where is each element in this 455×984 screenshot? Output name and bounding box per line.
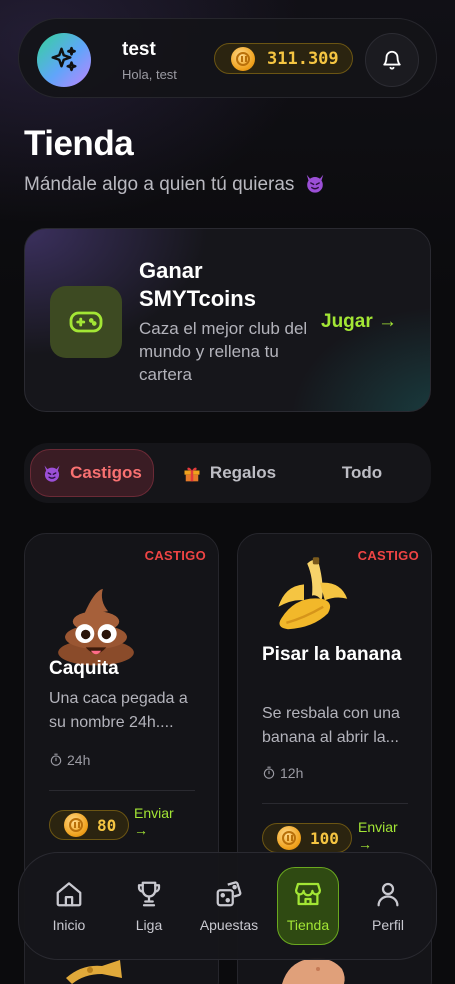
home-icon [56, 882, 82, 907]
nav-apuestas[interactable]: Apuestas [196, 867, 262, 945]
product-duration: 12h [262, 765, 303, 781]
price-pill: 80 [49, 810, 130, 840]
avatar[interactable] [37, 33, 91, 87]
greeting-text: Hola, test [122, 67, 177, 82]
earn-coins-card[interactable]: Ganar SMYTcoins Caza el mejor club del m… [24, 228, 431, 412]
coin-icon [64, 813, 88, 837]
play-button[interactable]: Jugar → [321, 311, 397, 333]
tab-castigos[interactable]: Castigos [30, 449, 154, 497]
timer-icon [50, 753, 62, 766]
card-divider [262, 803, 408, 804]
nav-label: Apuestas [199, 917, 259, 933]
nav-label: Inicio [52, 917, 86, 933]
duration-text: 24h [67, 752, 91, 768]
price-value: 80 [97, 815, 117, 835]
user-name: test [122, 39, 156, 60]
promo-title: Ganar SMYTcoins [139, 258, 256, 311]
product-name: Pisar la banana [262, 644, 402, 665]
top-header: test Hola, test 311.309 [18, 18, 437, 98]
tab-label: Todo [341, 463, 383, 482]
card-divider [49, 790, 195, 791]
gamepad-icon [69, 311, 103, 333]
nav-tienda[interactable]: Tienda [277, 867, 339, 945]
app-screen: test Hola, test 311.309 Tienda Mándale a… [0, 0, 455, 984]
page-title: Tienda [24, 124, 134, 163]
page-subtitle-text: Mándale algo a quien tú quieras [24, 174, 295, 195]
card-tag: CASTIGO [357, 548, 419, 563]
devil-icon [306, 174, 323, 193]
trophy-icon [137, 881, 161, 907]
product-description: Una caca pegada a su nombre 24h.... [49, 690, 188, 731]
tab-regalos[interactable]: Regalos [164, 449, 294, 497]
nav-inicio[interactable]: Inicio [36, 867, 102, 945]
nav-label: Perfil [372, 917, 404, 933]
card-tag: CASTIGO [144, 548, 206, 563]
promo-icon-box [50, 286, 122, 358]
tab-label: Castigos [70, 463, 142, 482]
nav-liga[interactable]: Liga [116, 867, 182, 945]
price-value: 100 [310, 828, 339, 848]
gift-icon [184, 467, 200, 482]
trumpet-icon [66, 960, 122, 984]
duration-text: 12h [280, 765, 304, 781]
nav-label: Tienda [286, 917, 330, 933]
notifications-button[interactable] [365, 33, 419, 87]
product-duration: 24h [49, 752, 90, 768]
send-button[interactable]: Enviar → [134, 805, 184, 839]
page-subtitle: Mándale algo a quien tú quieras [24, 172, 326, 196]
store-icon [295, 882, 321, 906]
coin-icon [231, 46, 255, 71]
dice-icon [216, 881, 242, 907]
product-name: Caquita [49, 658, 119, 679]
sparkles-icon [51, 46, 77, 72]
coin-balance: 311.309 [267, 48, 339, 69]
promo-description: Caza el mejor club del mundo y rellena t… [139, 319, 308, 384]
user-icon [377, 882, 399, 907]
bell-icon [383, 50, 401, 70]
category-tabs: Castigos Regalos Todo [24, 443, 431, 503]
tab-label: Regalos [209, 463, 277, 482]
product-description: Se resbala con una banana al abrir la... [262, 705, 400, 746]
banana-icon [278, 557, 348, 630]
devil-icon [44, 465, 60, 482]
tab-todo[interactable]: Todo [314, 449, 410, 497]
bottom-navigation: Inicio Liga Apuestas Tienda Perfil [18, 852, 437, 960]
price-pill: 100 [262, 823, 352, 853]
nav-label: Liga [135, 917, 163, 933]
nav-perfil[interactable]: Perfil [355, 867, 421, 945]
timer-icon [263, 766, 275, 779]
send-button[interactable]: Enviar → [358, 819, 408, 853]
coin-icon [277, 826, 301, 850]
coin-balance-badge[interactable]: 311.309 [214, 43, 353, 74]
